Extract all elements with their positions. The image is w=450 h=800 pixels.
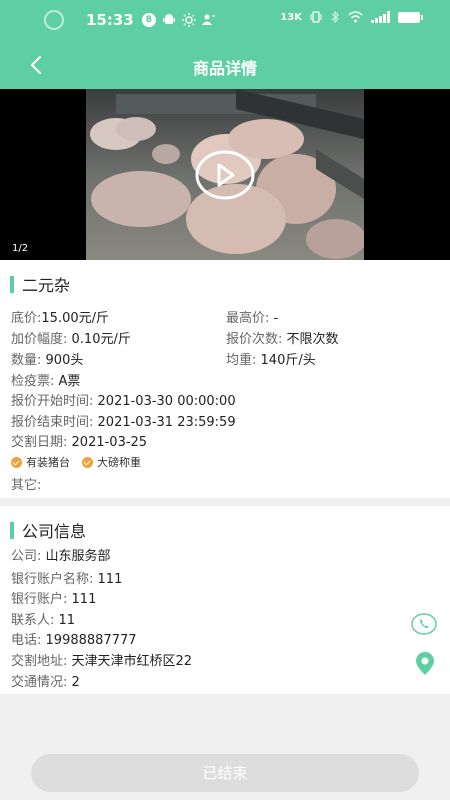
max-price-row: 最高价: - [226, 311, 279, 326]
feature-tags: 有装猪台 大磅称重 [11, 454, 141, 470]
company-name-row: 公司: 山东服务部 [11, 549, 111, 564]
increment-row: 加价幅度: 0.10元/斤 [11, 332, 131, 347]
bid-count-row: 报价次数: 不限次数 [226, 332, 339, 347]
location-pin-icon[interactable] [412, 651, 438, 677]
phone-icon[interactable] [411, 611, 437, 637]
notification-badge: 8 [141, 13, 156, 27]
product-name-text: 二元杂 [22, 276, 71, 295]
product-name: 二元杂 [10, 272, 70, 296]
company-title-text: 公司信息 [22, 522, 87, 541]
contact-row: 联系人: 11 [11, 613, 76, 628]
bluetooth-icon [331, 11, 339, 23]
bid-end-row: 报价结束时间: 2021-03-31 23:59:59 [11, 415, 236, 430]
user-icon [201, 14, 215, 25]
quarantine-row: 检疫票: A票 [11, 374, 81, 389]
phone-row: 电话: 19988887777 [11, 633, 137, 648]
bid-start-row: 报价开始时间: 2021-03-30 00:00:00 [11, 394, 236, 409]
status-time: 15:33 [86, 11, 134, 29]
page-indicator: 1/2 [12, 243, 29, 254]
tag-scale-weighing: 大磅称重 [82, 454, 141, 470]
bank-account-name-row: 银行账户名称: 111 [11, 572, 123, 587]
page-title: 商品详情 [192, 59, 257, 78]
avg-weight-row: 均重: 140斤/头 [226, 353, 316, 368]
product-card: 二元杂 底价:15.00元/斤 最高价: - 加价幅度: 0.10元/斤 报价次… [0, 260, 450, 498]
auction-ended-button[interactable]: 已结束 [31, 754, 419, 792]
nav-bar: 商品详情 [0, 40, 450, 89]
signal-icon [371, 11, 390, 23]
bank-account-row: 银行账户: 111 [11, 592, 97, 607]
check-icon [82, 456, 93, 468]
status-bar: 15:33 8 13K [0, 0, 450, 40]
battery-icon [398, 11, 423, 23]
android-icon [162, 14, 175, 24]
check-icon [11, 456, 22, 468]
traffic-row: 交通情况: 2 [11, 675, 80, 690]
section-accent-bar [10, 275, 14, 293]
company-section-title: 公司信息 [10, 518, 86, 542]
company-card: 公司信息 公司: 山东服务部 银行账户名称: 111 银行账户: 111 联系人… [0, 506, 450, 694]
delivery-date-row: 交割日期: 2021-03-25 [11, 435, 148, 450]
wifi-icon [348, 11, 363, 23]
play-icon[interactable] [195, 150, 255, 200]
other-row: 其它: [11, 478, 42, 493]
media-carousel[interactable]: 1/2 [0, 89, 450, 260]
quantity-row: 数量: 900头 [11, 353, 84, 368]
section-accent-bar [10, 521, 14, 539]
net-speed: 13K [280, 11, 302, 23]
tag-loading-platform: 有装猪台 [11, 454, 70, 470]
delivery-address-row: 交割地址: 天津天津市红桥区22 [11, 654, 193, 669]
vibrate-icon [310, 11, 322, 23]
base-price-row: 底价:15.00元/斤 [11, 311, 109, 326]
app-header: 15:33 8 13K 商品详情 [0, 0, 450, 89]
brightness-icon [181, 13, 196, 27]
status-ring-icon [44, 10, 64, 30]
